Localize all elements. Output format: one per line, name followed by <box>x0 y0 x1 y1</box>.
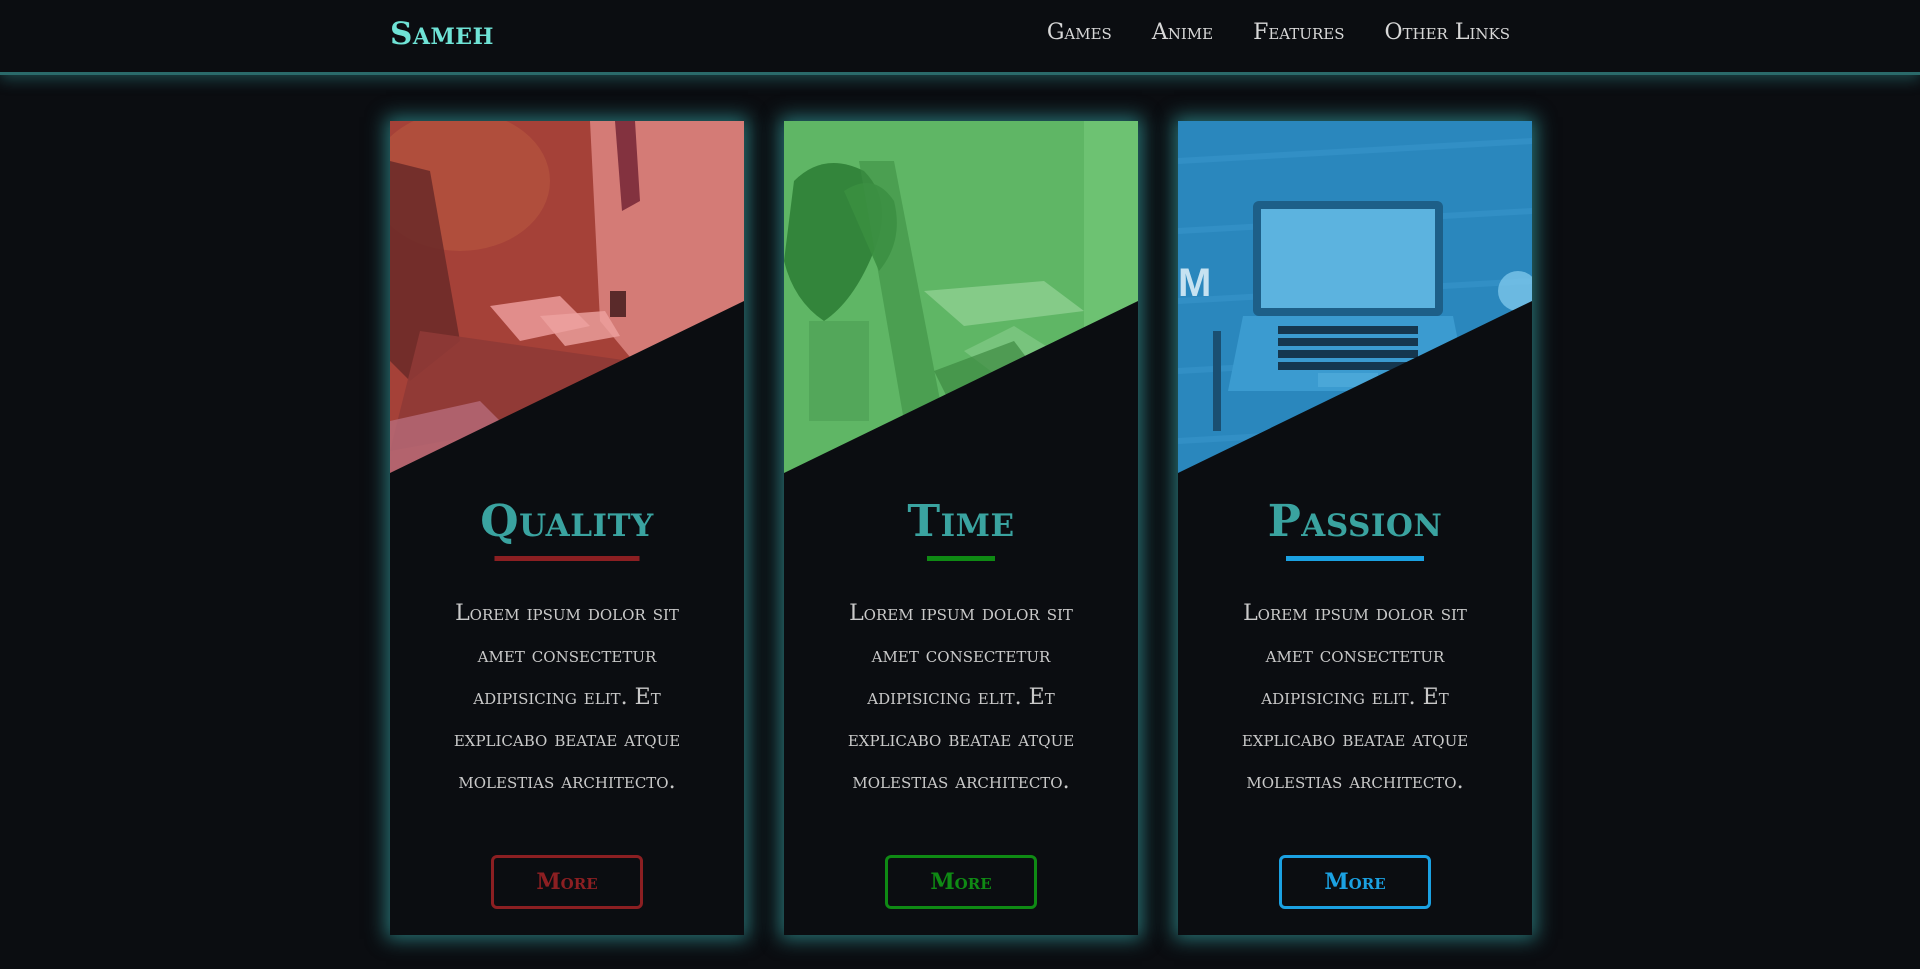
more-button-time[interactable]: More <box>885 855 1037 909</box>
nav-link-games[interactable]: Games <box>1047 20 1112 45</box>
nav-link-other-links[interactable]: Other Links <box>1384 20 1510 45</box>
card-passion: M Passion Lorem ipsum dolor sit amet con… <box>1178 121 1532 935</box>
card-title: Time <box>907 496 1015 547</box>
cards-container: Quality Lorem ipsum dolor sit amet conse… <box>390 121 1532 935</box>
main-nav: Games Anime Features Other Links <box>1047 20 1510 45</box>
more-button-passion[interactable]: More <box>1279 855 1431 909</box>
card-quality: Quality Lorem ipsum dolor sit amet conse… <box>390 121 744 935</box>
site-logo[interactable]: Sameh <box>390 16 494 52</box>
laptop-on-lap-image <box>390 121 744 473</box>
card-title: Quality <box>480 496 654 547</box>
title-underline <box>494 556 640 561</box>
title-underline <box>1286 556 1424 561</box>
top-navbar: Sameh Games Anime Features Other Links <box>0 0 1920 75</box>
nav-link-features[interactable]: Features <box>1253 20 1344 45</box>
card-description: Lorem ipsum dolor sit amet consectetur a… <box>1241 601 1469 794</box>
typing-at-desk-image <box>784 121 1138 473</box>
more-button-quality[interactable]: More <box>491 855 643 909</box>
laptop-on-table-image: M <box>1178 121 1532 473</box>
card-time: Time Lorem ipsum dolor sit amet consecte… <box>784 121 1138 935</box>
card-description: Lorem ipsum dolor sit amet consectetur a… <box>453 601 681 794</box>
nav-link-anime[interactable]: Anime <box>1152 20 1213 45</box>
svg-text:M: M <box>1178 261 1211 305</box>
card-description: Lorem ipsum dolor sit amet consectetur a… <box>847 601 1075 794</box>
card-title: Passion <box>1267 496 1443 547</box>
title-underline <box>927 556 995 561</box>
